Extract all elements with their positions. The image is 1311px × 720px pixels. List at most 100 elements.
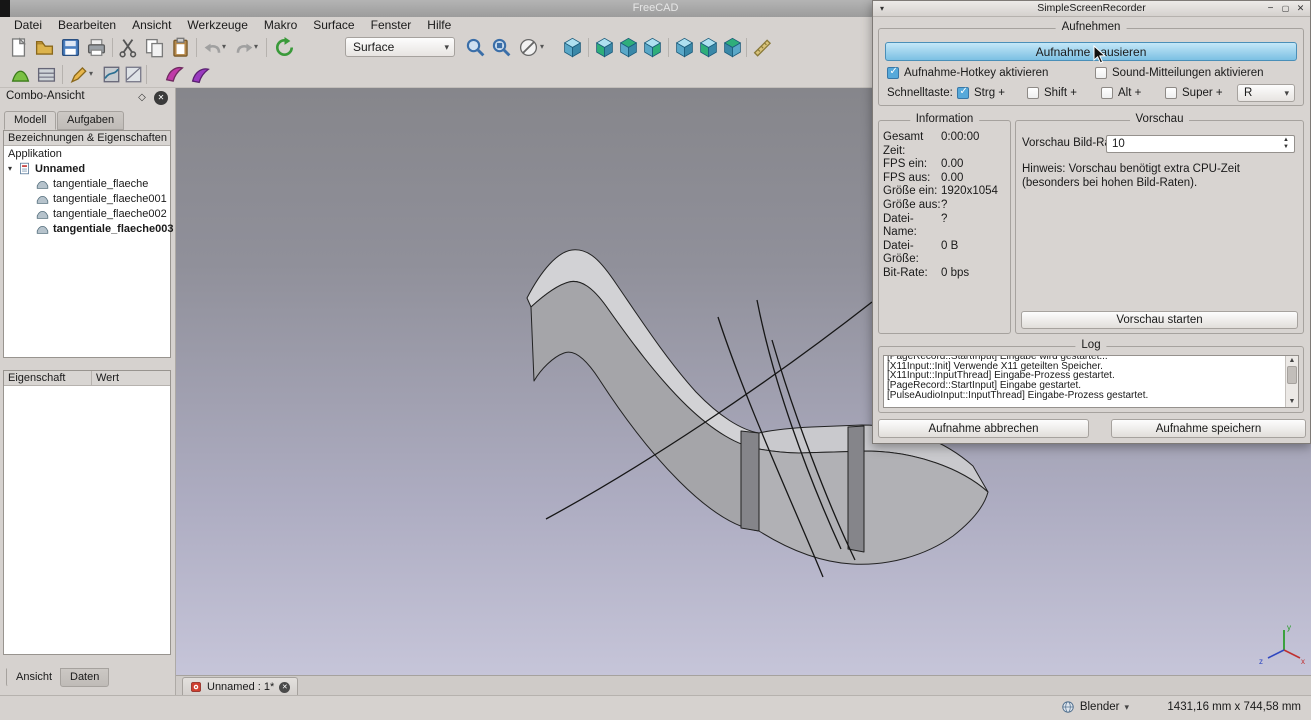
tree-item[interactable]: tangentiale_flaeche002 [4,206,170,221]
tab-daten[interactable]: Daten [60,668,109,687]
spinner-arrows-icon[interactable]: ▲▼ [1280,137,1292,151]
scroll-down-icon[interactable]: ▼ [1286,397,1298,407]
document-tab-label: Unnamed : 1* [207,681,274,693]
info-value: 0 bps [941,267,969,281]
maximize-icon[interactable] [1279,2,1292,15]
curve-edit-dropdown-icon[interactable] [89,69,98,81]
blend-curve-icon[interactable] [190,64,211,85]
surface-filling-icon[interactable] [10,64,31,85]
close-icon[interactable] [1294,2,1307,15]
dock-float-icon[interactable] [135,91,149,105]
flatten-surface-icon[interactable] [123,64,144,85]
cancel-recording-button[interactable]: Aufnahme abbrechen [878,419,1089,438]
tab-aufgaben[interactable]: Aufgaben [57,111,124,130]
scrollbar-thumb[interactable] [1287,366,1297,384]
view-front-icon[interactable] [594,37,615,58]
preview-group-title: Vorschau [1130,113,1190,125]
new-file-icon[interactable] [8,37,29,58]
close-tab-icon[interactable] [279,682,290,693]
measure-icon[interactable] [752,37,773,58]
toolbar-separator [746,38,747,57]
info-value: 0:00:00 [941,131,979,158]
log-group: Log [PageRecord::StartInput] Eingabe wir… [878,346,1304,413]
toolbar-separator [588,38,589,57]
property-col-value[interactable]: Wert [92,371,170,386]
draw-style-dropdown-icon[interactable] [540,42,549,54]
workbench-label: Surface [353,40,394,54]
hotkey-key-value: R [1244,87,1252,99]
tab-modell[interactable]: Modell [4,111,56,130]
minimize-icon[interactable] [1264,2,1277,15]
redo-dropdown-icon[interactable] [254,42,263,54]
document-icon [18,162,31,175]
window-menu-icon[interactable] [880,1,884,16]
save-icon[interactable] [60,37,81,58]
copy-icon[interactable] [144,37,165,58]
ssr-window: SimpleScreenRecorder Aufnehmen Aufnahme … [872,0,1311,444]
axis-z-label: z [1259,657,1263,666]
tree-document[interactable]: Unnamed [4,161,170,176]
workbench-selector[interactable]: Surface [345,37,455,57]
extend-surface-icon[interactable] [164,64,185,85]
ssr-titlebar[interactable]: SimpleScreenRecorder [873,1,1310,17]
cut-icon[interactable] [118,37,139,58]
dock-close-icon[interactable] [154,91,168,105]
tree-item[interactable]: tangentiale_flaeche001 [4,191,170,206]
menu-datei[interactable]: Datei [6,17,50,34]
window-title: FreeCAD [633,2,679,14]
menu-bearbeiten[interactable]: Bearbeiten [50,17,124,34]
tree-item-selected[interactable]: tangentiale_flaeche003 [4,221,170,236]
curve-on-mesh-icon[interactable] [101,64,122,85]
view-bottom-icon[interactable] [698,37,719,58]
tab-ansicht[interactable]: Ansicht [6,668,62,687]
property-col-name[interactable]: Eigenschaft [4,371,92,386]
print-icon[interactable] [86,37,107,58]
checkbox-unchecked-icon[interactable] [1095,67,1107,79]
toolbar-separator [62,65,63,84]
zoom-fit-icon[interactable] [465,37,486,58]
menu-makro[interactable]: Makro [256,17,305,34]
view-rear-icon[interactable] [674,37,695,58]
scroll-up-icon[interactable]: ▲ [1286,356,1298,366]
axonometric-view-icon[interactable] [562,37,583,58]
hotkey-key-selector[interactable]: R [1237,84,1295,102]
tree-item[interactable]: tangentiale_flaeche [4,176,170,191]
chevron-down-icon [1284,88,1294,99]
preview-rate-spinner[interactable]: 10 ▲▼ [1106,135,1295,153]
draw-style-icon[interactable] [518,37,539,58]
open-file-icon[interactable] [34,37,55,58]
preview-rate-value: 10 [1112,138,1125,150]
menu-hilfe[interactable]: Hilfe [419,17,459,34]
view-left-icon[interactable] [722,37,743,58]
refresh-icon[interactable] [274,37,295,58]
surface-sections-icon[interactable] [36,64,57,85]
undo-icon[interactable] [202,37,223,58]
curve-edit-icon[interactable] [68,64,89,85]
paste-icon[interactable] [170,37,191,58]
menu-werkzeuge[interactable]: Werkzeuge [179,17,255,34]
toolbar-separator [668,38,669,57]
log-scrollbar[interactable]: ▲ ▼ [1285,356,1298,407]
tree-root-application[interactable]: Applikation [4,146,170,161]
redo-icon[interactable] [234,37,255,58]
preview-group: Vorschau Vorschau Bild-Rate: 10 ▲▼ Hinwe… [1015,120,1304,334]
start-preview-button[interactable]: Vorschau starten [1021,311,1298,329]
zoom-selection-icon[interactable] [491,37,512,58]
save-recording-button[interactable]: Aufnahme speichern [1111,419,1306,438]
log-output[interactable]: [PageRecord::StartInput] Eingabe wird ge… [883,355,1299,408]
document-tab[interactable]: Unnamed : 1* [182,677,298,696]
checkbox-checked-icon[interactable] [887,67,899,79]
undo-dropdown-icon[interactable] [222,42,231,54]
pause-recording-button[interactable]: Aufnahme pausieren [885,42,1297,61]
expand-caret-icon[interactable] [8,164,18,173]
axis-x-label: x [1301,657,1305,666]
view-right-icon[interactable] [642,37,663,58]
navigation-style-selector[interactable]: Blender [1061,700,1129,714]
sound-notifications-checkbox[interactable]: Sound-Mitteilungen aktivieren [1095,67,1264,79]
hotkey-enable-checkbox[interactable]: Aufnahme-Hotkey aktivieren [887,67,1048,79]
menu-fenster[interactable]: Fenster [363,17,420,34]
record-group-title: Aufnehmen [1056,21,1127,33]
menu-ansicht[interactable]: Ansicht [124,17,179,34]
menu-surface[interactable]: Surface [305,17,362,34]
view-top-icon[interactable] [618,37,639,58]
